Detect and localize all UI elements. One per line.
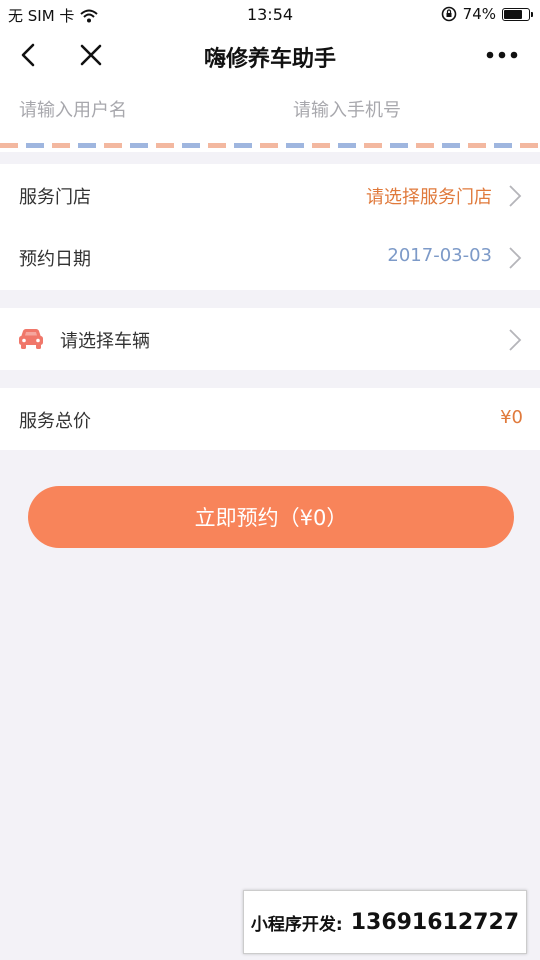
more-icon[interactable]	[484, 40, 520, 70]
car-icon	[19, 329, 43, 349]
date-row[interactable]: 预约日期 2017-03-03	[0, 226, 540, 288]
date-label: 预约日期	[19, 249, 91, 270]
airmail-border	[0, 143, 540, 148]
price-row: 服务总价 ¥0	[0, 388, 540, 450]
close-icon[interactable]	[76, 40, 106, 70]
nav-bar: 嗨修养车助手	[0, 30, 540, 80]
service-group: 服务门店 请选择服务门店 预约日期 2017-03-03	[0, 164, 540, 290]
vehicle-group: 请选择车辆	[0, 308, 540, 370]
date-value: 2017-03-03	[387, 245, 492, 266]
battery-fill	[504, 9, 522, 19]
back-icon[interactable]	[14, 40, 44, 70]
store-value: 请选择服务门店	[366, 187, 492, 208]
book-now-button[interactable]: 立即预约（¥0）	[28, 486, 514, 548]
phone-input[interactable]	[293, 96, 523, 124]
price-group: 服务总价 ¥0	[0, 388, 540, 450]
watermark-banner: 小程序开发: 13691612727	[243, 890, 527, 954]
price-label: 服务总价	[19, 411, 91, 432]
watermark-phone: 13691612727	[350, 909, 520, 935]
status-right: 74%	[441, 5, 533, 23]
user-info-card	[0, 80, 540, 152]
battery-icon	[502, 7, 533, 21]
store-label: 服务门店	[19, 187, 91, 208]
battery-percent: 74%	[462, 5, 496, 23]
store-row[interactable]: 服务门店 请选择服务门店	[0, 164, 540, 226]
vehicle-row[interactable]: 请选择车辆	[0, 308, 540, 370]
chevron-right-icon	[509, 329, 522, 351]
price-value: ¥0	[500, 407, 523, 428]
watermark-label: 小程序开发:	[250, 914, 343, 935]
vehicle-label: 请选择车辆	[60, 331, 150, 352]
orientation-lock-icon	[441, 6, 456, 22]
username-input[interactable]	[19, 96, 269, 124]
status-bar: 无 SIM 卡 13:54 74%	[0, 0, 540, 30]
chevron-right-icon	[509, 247, 522, 269]
chevron-right-icon	[509, 185, 522, 207]
